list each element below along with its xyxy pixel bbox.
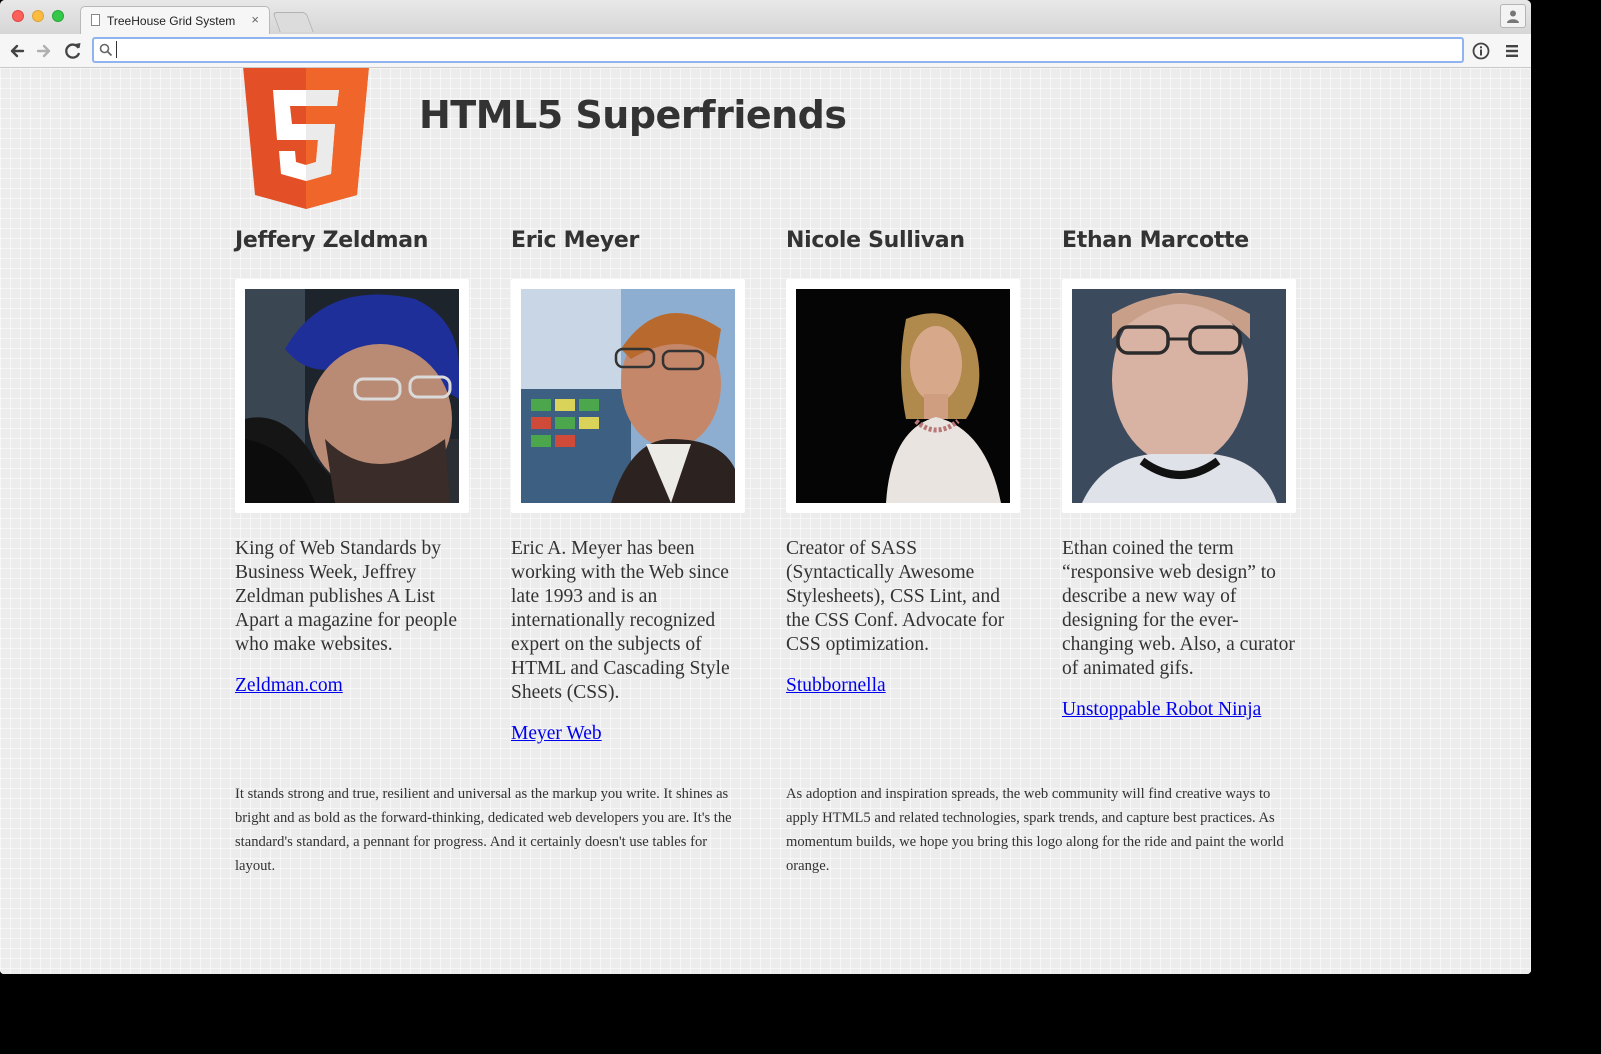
person-name: Eric Meyer bbox=[511, 228, 640, 253]
menu-icon[interactable] bbox=[1503, 42, 1521, 60]
profile-icon bbox=[1507, 10, 1519, 23]
person-link[interactable]: Unstoppable Robot Ninja bbox=[1062, 699, 1302, 721]
close-window-button[interactable] bbox=[12, 10, 24, 22]
photo-frame bbox=[1062, 279, 1296, 513]
person-card-marcotte: Ethan Marcotte Ethan coined the term “re… bbox=[1062, 228, 1302, 721]
address-bar[interactable] bbox=[92, 37, 1464, 63]
portrait-photo bbox=[245, 289, 459, 503]
person-name: Nicole Sullivan bbox=[786, 228, 965, 253]
new-tab-button[interactable] bbox=[272, 12, 314, 32]
person-name: Jeffery Zeldman bbox=[235, 228, 429, 253]
person-link[interactable]: Meyer Web bbox=[511, 723, 751, 745]
person-bio: Ethan coined the term “responsive web de… bbox=[1062, 538, 1295, 679]
page-viewport: HTML5 Superfriends Jeffery Zeldman King … bbox=[0, 68, 1531, 974]
tab-title: TreeHouse Grid System bbox=[107, 14, 236, 28]
tab-treehouse-grid-system[interactable]: TreeHouse Grid System × bbox=[80, 6, 270, 34]
person-bio: Creator of SASS (Syntactically Awesome S… bbox=[786, 538, 1005, 655]
portrait-photo bbox=[796, 289, 1010, 503]
person-bio: King of Web Standards by Business Week, … bbox=[235, 538, 457, 655]
forward-icon[interactable] bbox=[33, 40, 55, 62]
reload-icon[interactable] bbox=[62, 40, 84, 62]
toolbar bbox=[0, 34, 1531, 68]
page-icon bbox=[91, 14, 100, 26]
portrait-photo bbox=[1072, 289, 1286, 503]
tab-close-icon[interactable]: × bbox=[251, 12, 259, 27]
person-name: Ethan Marcotte bbox=[1062, 228, 1249, 253]
person-link[interactable]: Zeldman.com bbox=[235, 675, 475, 697]
html5-logo bbox=[243, 68, 369, 209]
info-icon[interactable] bbox=[1471, 41, 1491, 61]
address-input[interactable] bbox=[116, 41, 1447, 58]
profile-button[interactable] bbox=[1500, 4, 1526, 28]
photo-frame bbox=[235, 279, 469, 513]
minimize-window-button[interactable] bbox=[32, 10, 44, 22]
footer-paragraph-left: It stands strong and true, resilient and… bbox=[235, 786, 732, 874]
person-bio: Eric A. Meyer has been working with the … bbox=[511, 538, 730, 703]
zoom-window-button[interactable] bbox=[52, 10, 64, 22]
back-icon[interactable] bbox=[6, 40, 28, 62]
photo-frame bbox=[511, 279, 745, 513]
photo-frame bbox=[786, 279, 1020, 513]
portrait-photo bbox=[521, 289, 735, 503]
footer-paragraph-right: As adoption and inspiration spreads, the… bbox=[786, 786, 1284, 874]
browser-window: TreeHouse Grid System × HTML5 Superfrien… bbox=[0, 0, 1531, 974]
search-icon bbox=[99, 43, 113, 57]
person-card-sullivan: Nicole Sullivan Creator of SASS (Syntact… bbox=[786, 228, 1026, 697]
person-card-meyer: Eric Meyer Eric A. Meyer has been workin… bbox=[511, 228, 751, 745]
person-card-zeldman: Jeffery Zeldman King of Web Standards by… bbox=[235, 228, 475, 697]
page-title: HTML5 Superfriends bbox=[419, 93, 847, 137]
person-link[interactable]: Stubbornella bbox=[786, 675, 1026, 697]
tab-bar: TreeHouse Grid System × bbox=[0, 0, 1531, 34]
